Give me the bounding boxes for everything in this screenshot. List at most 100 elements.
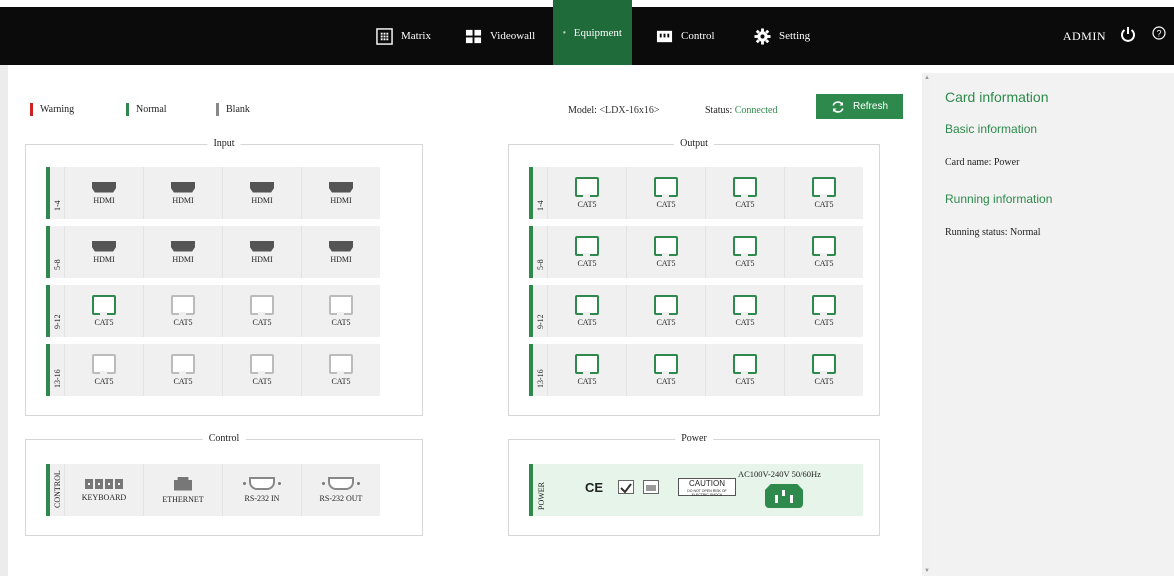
cat5-icon [171,295,195,316]
videowall-icon [465,29,482,43]
power-panel: Power POWER CE CAUTION DO NOT OPEN RISK … [508,433,880,536]
nav-control-label: Control [681,30,715,42]
help-icon[interactable]: ? [1152,26,1166,40]
legend-blank: Blank [216,103,250,116]
output-port[interactable]: CAT5 [705,344,784,396]
hdmi-icon [250,240,274,252]
nav-videowall-label: Videowall [490,30,536,42]
input-port[interactable]: HDMI [143,226,222,278]
user-name[interactable]: ADMIN [1063,29,1106,44]
input-port-label: HDMI [93,254,115,264]
output-port[interactable]: CAT5 [547,167,626,219]
svg-text:?: ? [1156,29,1161,39]
running-status: Running status: Normal [945,227,1160,238]
refresh-button[interactable]: Refresh [816,94,903,119]
cat5-icon [250,295,274,316]
keyboard-port[interactable]: KEYBOARD [64,464,143,516]
output-port[interactable]: CAT5 [547,344,626,396]
input-port-label: CAT5 [94,377,114,386]
output-port[interactable]: CAT5 [626,344,705,396]
output-port[interactable]: CAT5 [705,285,784,337]
ethernet-port[interactable]: ETHERNET [143,464,222,516]
input-port[interactable]: HDMI [301,167,380,219]
output-port[interactable]: CAT5 [547,285,626,337]
gear-icon [754,27,771,45]
nav-control[interactable]: Control [646,7,725,65]
input-port[interactable]: CAT5 [64,285,143,337]
legend-normal-label: Normal [136,104,167,115]
legend-normal: Normal [126,103,167,116]
card-name: Card name: Power [945,157,1160,168]
input-port[interactable]: HDMI [64,167,143,219]
input-port[interactable]: CAT5 [143,285,222,337]
control-row: CONTROL KEYBOARD ETHERNET RS-232 IN RS-2… [46,464,380,516]
rs232-out-port[interactable]: RS-232 OUT [301,464,380,516]
output-port-label: CAT5 [656,377,676,386]
nav-equipment[interactable]: Equipment [553,0,632,65]
refresh-icon [832,100,844,113]
scroll-down-icon[interactable]: ▼ [924,568,930,574]
rs232-in-port[interactable]: RS-232 IN [222,464,301,516]
input-port[interactable]: CAT5 [64,344,143,396]
output-row-label: 9-12 [536,314,545,329]
connection-status: Status: Connected [705,105,778,116]
input-port[interactable]: CAT5 [301,344,380,396]
legend-warning: Warning [30,103,74,116]
input-row-label: 1-4 [53,200,62,211]
input-panel: Input 1-4 HDMI HDMI HDMI HDMI 5-8 HDMI HDMI HDMI… [25,138,423,416]
cat5-icon [575,354,599,375]
cat5-icon [250,354,274,375]
input-port[interactable]: HDMI [301,226,380,278]
cat5-icon [575,236,599,257]
output-port-label: CAT5 [735,200,755,209]
output-port[interactable]: CAT5 [705,226,784,278]
nav-setting[interactable]: Setting [744,7,820,65]
output-port[interactable]: CAT5 [547,226,626,278]
hdmi-icon [92,240,116,252]
hdmi-icon [329,240,353,252]
output-port[interactable]: CAT5 [784,226,863,278]
hdmi-icon [250,181,274,193]
caution-title: CAUTION [689,479,725,488]
cat5-icon [733,354,757,375]
output-port-label: CAT5 [735,318,755,327]
input-port-label: CAT5 [94,318,114,327]
scroll-up-icon[interactable]: ▲ [924,75,930,81]
input-port-label: CAT5 [331,318,351,327]
control-panel-title: Control [202,433,246,444]
cat5-icon [654,354,678,375]
model-info: Model: <LDX-16x16> [568,105,660,116]
output-port[interactable]: CAT5 [784,285,863,337]
power-icon[interactable] [1120,26,1136,42]
output-row-5-8: 5-8 CAT5 CAT5 CAT5 CAT5 [529,226,863,278]
ethernet-icon [174,476,192,491]
input-port-label: HDMI [172,254,194,264]
input-port[interactable]: CAT5 [143,344,222,396]
input-row-1-4: 1-4 HDMI HDMI HDMI HDMI [46,167,380,219]
output-port[interactable]: CAT5 [626,285,705,337]
input-port[interactable]: CAT5 [222,344,301,396]
output-port-label: CAT5 [577,259,597,268]
card-info-title: Card information [945,89,1049,105]
output-port[interactable]: CAT5 [626,167,705,219]
input-port[interactable]: CAT5 [301,285,380,337]
input-port[interactable]: CAT5 [222,285,301,337]
output-port[interactable]: CAT5 [705,167,784,219]
input-port[interactable]: HDMI [222,226,301,278]
keyboard-label: KEYBOARD [81,492,127,502]
input-port[interactable]: HDMI [64,226,143,278]
input-port[interactable]: HDMI [222,167,301,219]
input-port[interactable]: HDMI [143,167,222,219]
nav-matrix[interactable]: Matrix [366,7,441,65]
output-port[interactable]: CAT5 [784,344,863,396]
rs232-out-icon [322,477,360,490]
matrix-icon [376,27,393,45]
model-label: Model: [568,105,597,116]
caution-text: DO NOT OPEN RISK OF ELECTRIC SHOCK [687,489,727,497]
nav-videowall[interactable]: Videowall [455,7,545,65]
output-port[interactable]: CAT5 [784,167,863,219]
input-port-label: HDMI [330,195,352,205]
output-port[interactable]: CAT5 [626,226,705,278]
scrollbar[interactable]: ▲ ▼ [922,73,931,576]
input-port-label: CAT5 [173,377,193,386]
